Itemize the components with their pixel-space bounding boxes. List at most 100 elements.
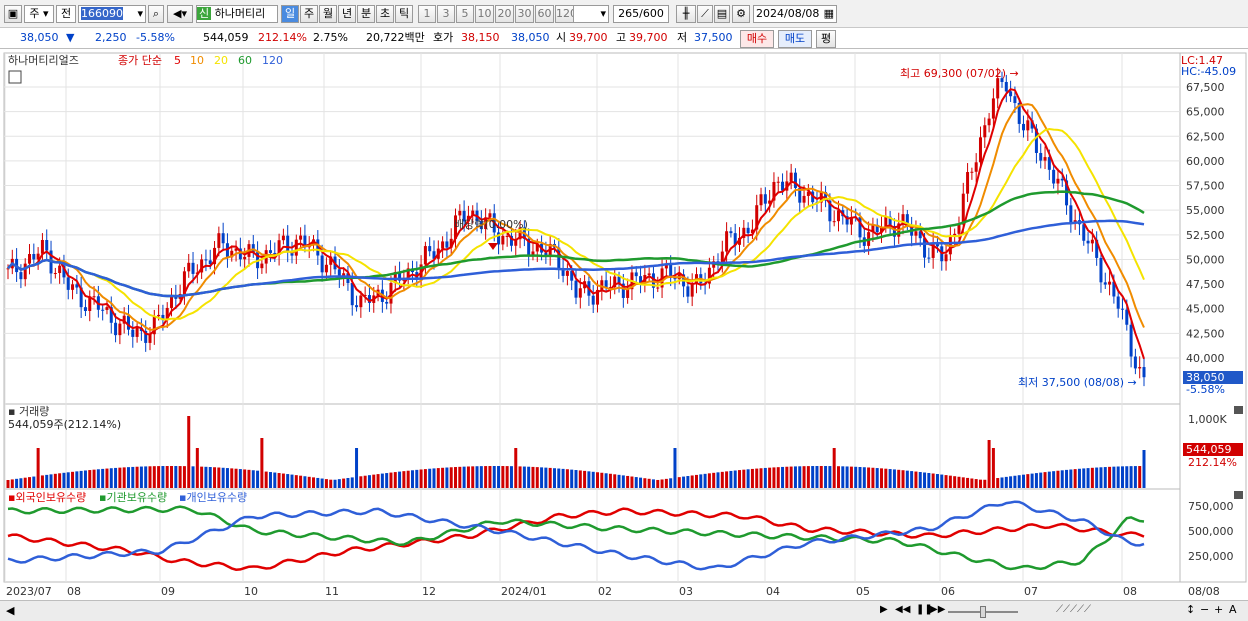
volume-bar <box>475 466 479 488</box>
stock-code-input[interactable]: 166090 ▾ <box>78 5 146 23</box>
volume-bar <box>45 474 49 488</box>
volume-bar <box>1108 466 1112 488</box>
period-2-button[interactable]: 월 <box>319 5 337 23</box>
candle-body <box>836 210 840 222</box>
scroll-right-icon[interactable]: ▶ <box>880 604 888 615</box>
volume-bar <box>647 478 651 488</box>
market-select[interactable]: 주 ▾ <box>24 5 54 23</box>
volume-bar <box>307 476 311 488</box>
interval-30-button[interactable]: 30 <box>515 5 534 23</box>
volume-bar <box>204 466 208 488</box>
volume-bar <box>458 466 462 488</box>
count-field[interactable]: 265/600 <box>613 5 669 23</box>
candle-style-icon[interactable]: ╫ <box>676 5 696 23</box>
volume-bar <box>832 448 836 488</box>
fast-forward-icon[interactable]: ▶▶ <box>930 604 945 615</box>
volume-bar <box>669 478 673 488</box>
interval-5-button[interactable]: 5 <box>456 5 474 23</box>
volume-bar <box>303 476 307 488</box>
volume-bar <box>978 479 982 488</box>
candle-body <box>983 125 987 138</box>
buy-button[interactable]: 매수 <box>740 30 774 48</box>
stock-name-field[interactable]: 신 하나머티리 <box>196 5 278 23</box>
save-icon[interactable]: ▤ <box>714 5 730 23</box>
rewind-icon[interactable]: ◀◀ <box>895 604 910 615</box>
ma-legend-5: 5 <box>174 54 181 67</box>
search-icon[interactable]: ⌕ <box>148 5 164 23</box>
candle-body <box>101 309 105 311</box>
candle-body <box>92 296 96 298</box>
draw-tools-icon[interactable]: ⟋⟋⟋⟋⟋ <box>1056 604 1091 615</box>
interval-1-button[interactable]: 1 <box>418 5 436 23</box>
period-5-button[interactable]: 초 <box>376 5 394 23</box>
period-4-button[interactable]: 분 <box>357 5 375 23</box>
volume-bar <box>776 467 780 488</box>
volume-bar <box>213 467 217 488</box>
volume-bar <box>1125 466 1129 488</box>
date-field[interactable]: 2024/08/08 ▦ <box>753 5 837 23</box>
candle-body <box>157 314 161 317</box>
volume-bar <box>423 469 427 488</box>
market-label: 주 <box>29 7 40 20</box>
candle-body <box>746 227 750 234</box>
period-3-button[interactable]: 년 <box>338 5 356 23</box>
candle-body <box>914 231 918 236</box>
volume-bar <box>230 468 234 488</box>
volume-bar <box>290 474 294 488</box>
volume-bar <box>436 468 440 488</box>
interval-10-button[interactable]: 10 <box>475 5 494 23</box>
volume-bar <box>918 472 922 488</box>
volume-bar <box>991 448 995 488</box>
interval-3-button[interactable]: 3 <box>437 5 455 23</box>
period-0-button[interactable]: 일 <box>281 5 299 23</box>
candle-body <box>574 280 578 298</box>
stock-chart[interactable]: 67,500 65,000 62,500 60,000 57,500 55,000 52,5… <box>0 50 1248 600</box>
volume-bar <box>363 475 367 488</box>
volume-bar <box>23 477 27 488</box>
volume-bar <box>591 471 595 488</box>
zoom-out-icon[interactable]: − <box>1200 603 1209 616</box>
candle-body <box>686 286 690 297</box>
interval-dropdown[interactable]: ▾ <box>573 5 609 23</box>
volume-bar <box>682 476 686 488</box>
cursor-icon[interactable]: ↕ <box>1186 603 1195 616</box>
candle-body <box>1116 296 1120 309</box>
volume-bar <box>901 470 905 488</box>
zoom-slider-handle[interactable] <box>980 606 986 618</box>
chart-menu-icon[interactable]: ▣ <box>4 5 22 23</box>
interval-120-button[interactable]: 120 <box>555 5 574 23</box>
speaker-icon[interactable]: ◀▾ <box>167 5 193 23</box>
line-tool-icon[interactable]: ⟋ <box>697 5 713 23</box>
interval-60-button[interactable]: 60 <box>535 5 554 23</box>
stock-code-value: 166090 <box>81 7 123 20</box>
candle-body <box>759 194 763 206</box>
volume-bar <box>613 474 617 488</box>
font-size-icon[interactable]: A <box>1229 603 1237 616</box>
volume-bar <box>243 469 247 488</box>
interval-20-button[interactable]: 20 <box>495 5 514 23</box>
zoom-in-icon[interactable]: + <box>1214 603 1223 616</box>
volume-bar <box>561 468 565 488</box>
volume-bar <box>66 472 70 488</box>
candle-body <box>114 322 118 336</box>
volume-bar <box>961 477 965 488</box>
period-1-button[interactable]: 주 <box>300 5 318 23</box>
volume-bar <box>927 472 931 488</box>
price-tick-1: 65,000 <box>1186 106 1225 119</box>
scroll-left-icon[interactable]: ◀ <box>6 604 14 617</box>
candle-body <box>961 193 965 225</box>
count-total: /600 <box>639 7 664 20</box>
volume-bar <box>398 471 402 488</box>
sell-button[interactable]: 매도 <box>778 30 812 48</box>
gear-icon[interactable]: ⚙ <box>732 5 750 23</box>
candle-body <box>1004 81 1008 92</box>
eval-button[interactable]: 평 <box>816 30 836 48</box>
volume-bar <box>49 474 53 488</box>
candle-body <box>634 272 638 277</box>
volume-bar <box>953 476 957 488</box>
volume-bar <box>540 467 544 488</box>
period-6-button[interactable]: 틱 <box>395 5 413 23</box>
prev-button[interactable]: 전 <box>56 5 76 23</box>
open-price: 39,700 <box>569 31 608 44</box>
volume-bar <box>200 466 204 488</box>
